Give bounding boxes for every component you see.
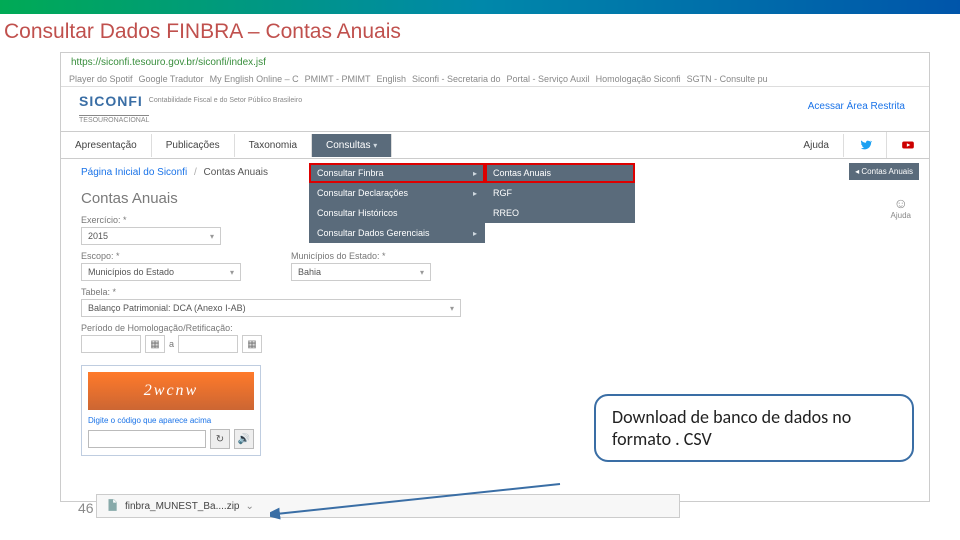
main-menu: Apresentação Publicações Taxonomia Consu…	[61, 131, 929, 159]
bookmark-item[interactable]: Portal - Serviço Auxil	[507, 74, 590, 84]
captcha-image: 2wcnw	[88, 372, 254, 410]
calendar-icon[interactable]: ▦	[242, 335, 262, 353]
bookmark-item[interactable]: Google Tradutor	[139, 74, 204, 84]
tabela-select[interactable]: Balanço Patrimonial: DCA (Anexo I-AB) ▾	[81, 299, 461, 317]
exercicio-select[interactable]: 2015 ▾	[81, 227, 221, 245]
municipio-label: Municípios do Estado: *	[291, 251, 431, 261]
address-bar-url: https://siconfi.tesouro.gov.br/siconfi/i…	[61, 53, 929, 72]
municipio-value: Bahia	[298, 267, 321, 277]
flyout-rreo[interactable]: RREO	[485, 203, 635, 223]
submenu-consultar-historicos[interactable]: Consultar Históricos	[309, 203, 485, 223]
tesouro-label: TESOURONACIONAL	[79, 115, 149, 124]
chevron-right-icon: ▸	[473, 229, 477, 238]
tabela-value: Balanço Patrimonial: DCA (Anexo I-AB)	[88, 303, 246, 313]
captcha-label: Digite o código que aparece acima	[88, 416, 254, 425]
periodo-range: ▦ a ▦	[81, 335, 262, 353]
date-sep: a	[169, 339, 174, 349]
annotation-arrow	[270, 480, 570, 520]
site-tagline: Contabilidade Fiscal e do Setor Público …	[149, 97, 302, 105]
slide-accent-bar	[0, 0, 960, 14]
site-header: SICONFI Contabilidade Fiscal e do Setor …	[61, 87, 929, 115]
submenu-label: Consultar Declarações	[317, 188, 408, 198]
chevron-right-icon: ▸	[473, 169, 477, 178]
submenu-consultar-finbra[interactable]: Consultar Finbra ▸	[309, 163, 485, 183]
breadcrumb-sep: /	[194, 167, 197, 178]
file-icon	[105, 498, 119, 515]
help-icon: ☺	[891, 195, 911, 211]
chevron-down-icon: ▾	[373, 141, 377, 150]
bookmark-item[interactable]: English	[376, 74, 406, 84]
periodo-label: Período de Homologação/Retificação:	[81, 323, 909, 333]
submenu-consultar-declaracoes[interactable]: Consultar Declarações ▸	[309, 183, 485, 203]
submenu-label: Consultar Finbra	[317, 168, 384, 178]
tabela-label: Tabela: *	[81, 287, 909, 297]
flyout-rgf[interactable]: RGF	[485, 183, 635, 203]
filter-form: Exercício: * 2015▾ Escopo: * Municípios …	[81, 215, 909, 355]
chevron-right-icon: ▸	[473, 189, 477, 198]
bookmark-item[interactable]: Homologação Siconfi	[596, 74, 681, 84]
submenu-label: Consultar Históricos	[317, 208, 398, 218]
download-filename[interactable]: finbra_MUNEST_Ba....zip	[125, 501, 240, 512]
menu-consultas[interactable]: Consultas ▾	[312, 134, 392, 157]
menu-taxonomia[interactable]: Taxonomia	[235, 134, 312, 157]
exercicio-value: 2015	[88, 231, 108, 241]
bookmark-item[interactable]: PMIMT - PMIMT	[305, 74, 371, 84]
breadcrumb-home[interactable]: Página Inicial do Siconfi	[81, 167, 187, 178]
flyout-contas-anuais[interactable]: Contas Anuais	[485, 163, 635, 183]
annotation-callout: Download de banco de dados no formato . …	[594, 394, 914, 462]
restricted-area-link[interactable]: Acessar Área Restrita	[808, 101, 905, 112]
menu-publicacoes[interactable]: Publicações	[152, 134, 235, 157]
twitter-icon[interactable]	[844, 132, 887, 158]
submenu-consultar-gerenciais[interactable]: Consultar Dados Gerenciais ▸	[309, 223, 485, 243]
chevron-down-icon[interactable]: ⌄	[246, 501, 254, 512]
chevron-down-icon: ▾	[210, 232, 214, 241]
captcha-audio-button[interactable]: 🔊	[234, 429, 254, 449]
consultas-submenu: Consultar Finbra ▸ Consultar Declarações…	[309, 163, 485, 243]
bookmark-item[interactable]: My English Online – C	[210, 74, 299, 84]
bookmark-item[interactable]: Player do Spotif	[69, 74, 133, 84]
date-from-input[interactable]	[81, 335, 141, 353]
submenu-label: Consultar Dados Gerenciais	[317, 228, 430, 238]
menu-ajuda[interactable]: Ajuda	[789, 134, 844, 157]
menu-consultas-label: Consultas	[326, 140, 370, 151]
bookmark-item[interactable]: SGTN - Consulte pu	[687, 74, 768, 84]
help-label: Ajuda	[891, 211, 911, 220]
escopo-value: Municípios do Estado	[88, 267, 174, 277]
chevron-down-icon: ▾	[450, 304, 454, 313]
youtube-icon[interactable]	[887, 132, 929, 158]
chevron-down-icon: ▾	[230, 268, 234, 277]
side-badge-contas-anuais[interactable]: ◂ Contas Anuais	[849, 163, 919, 180]
date-to-input[interactable]	[178, 335, 238, 353]
captcha-refresh-button[interactable]: ↻	[210, 429, 230, 449]
slide-title: Consultar Dados FINBRA – Contas Anuais	[0, 14, 960, 50]
captcha-box: 2wcnw Digite o código que aparece acima …	[81, 365, 261, 456]
municipio-select[interactable]: Bahia ▾	[291, 263, 431, 281]
menu-apresentacao[interactable]: Apresentação	[61, 134, 152, 157]
site-logo: SICONFI	[79, 93, 143, 109]
escopo-select[interactable]: Municípios do Estado ▾	[81, 263, 241, 281]
slide-page-number: 46	[78, 500, 94, 516]
side-badge-label: Contas Anuais	[861, 167, 913, 176]
calendar-icon[interactable]: ▦	[145, 335, 165, 353]
chevron-down-icon: ▾	[420, 268, 424, 277]
breadcrumb-current: Contas Anuais	[204, 167, 269, 178]
finbra-flyout: Contas Anuais RGF RREO	[485, 163, 635, 223]
escopo-label: Escopo: *	[81, 251, 241, 261]
bookmark-item[interactable]: Siconfi - Secretaria do	[412, 74, 501, 84]
bookmarks-bar: Player do Spotif Google Tradutor My Engl…	[61, 72, 929, 87]
help-widget[interactable]: ☺ Ajuda	[891, 195, 911, 220]
captcha-input[interactable]	[88, 430, 206, 448]
